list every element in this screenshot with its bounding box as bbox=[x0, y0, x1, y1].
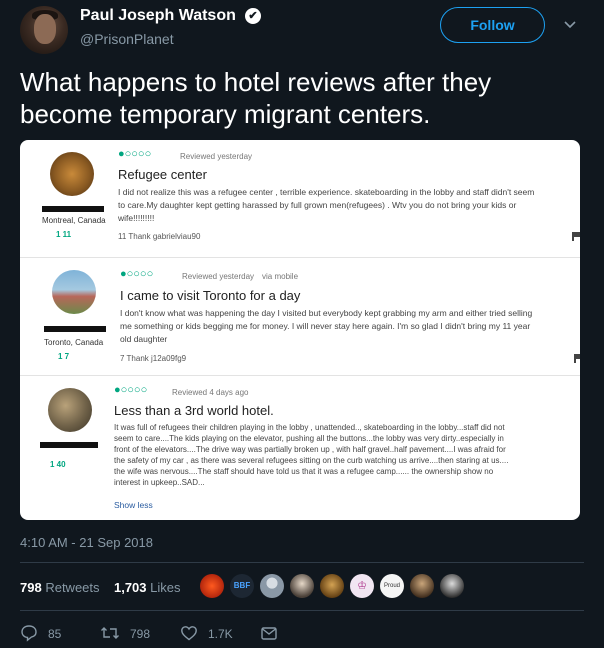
tweet-actions: 85 798 1.7K bbox=[20, 624, 320, 644]
reviewer-counts: 1 11 bbox=[56, 230, 72, 239]
review-body: It was full of refugees their children p… bbox=[114, 423, 509, 487]
review-card: 1 40 ●○○○○ Reviewed 4 days ago Less than… bbox=[20, 376, 580, 520]
verified-badge-icon: ✔ bbox=[245, 8, 261, 24]
redaction-bar bbox=[44, 326, 106, 332]
author-handle[interactable]: @PrisonPlanet bbox=[80, 31, 174, 47]
divider bbox=[20, 610, 584, 611]
thanks-link[interactable]: 11 Thank gabrielviau90 bbox=[118, 232, 200, 241]
reviewer-avatar bbox=[52, 270, 96, 314]
retweets-label[interactable]: Retweets bbox=[45, 580, 99, 595]
reply-icon bbox=[21, 625, 37, 642]
divider bbox=[20, 562, 584, 563]
review-card: Toronto, Canada 1 7 ●○○○○ Reviewed yeste… bbox=[20, 258, 580, 376]
redaction-bar bbox=[42, 206, 104, 212]
retweet-icon bbox=[101, 627, 119, 639]
via-mobile-label: via mobile bbox=[262, 272, 299, 281]
author-avatar[interactable] bbox=[20, 6, 68, 54]
follow-button[interactable]: Follow bbox=[440, 7, 545, 43]
flag-icon[interactable] bbox=[572, 232, 580, 241]
liker-avatar[interactable] bbox=[290, 574, 314, 598]
liker-avatar[interactable] bbox=[200, 574, 224, 598]
review-body: I don't know what was happening the day … bbox=[120, 308, 533, 344]
like-icon bbox=[181, 626, 197, 641]
liker-avatar[interactable] bbox=[320, 574, 344, 598]
rating-bubbles: ●○○○○ bbox=[118, 148, 152, 160]
like-count: 1.7K bbox=[208, 627, 233, 641]
liker-avatar[interactable]: ♔ bbox=[350, 574, 374, 598]
proud-badge-text: Proud bbox=[383, 583, 400, 589]
review-card: Montreal, Canada 1 11 ●○○○○ Reviewed yes… bbox=[20, 140, 580, 258]
bbf-badge-text: BBF bbox=[233, 581, 251, 590]
review-title: Refugee center bbox=[118, 167, 207, 182]
liker-avatar[interactable] bbox=[410, 574, 434, 598]
reviewer-location: Toronto, Canada bbox=[44, 338, 104, 347]
retweets-count[interactable]: 798 bbox=[20, 580, 42, 595]
review-body: I did not realize this was a refugee cen… bbox=[118, 187, 535, 223]
review-title: I came to visit Toronto for a day bbox=[120, 288, 301, 303]
liker-avatar[interactable]: BBF bbox=[230, 574, 254, 598]
review-date: Reviewed yesterday bbox=[182, 272, 255, 281]
reviewer-avatar bbox=[48, 388, 92, 432]
message-icon bbox=[261, 627, 277, 640]
review-date: Reviewed 4 days ago bbox=[172, 388, 249, 397]
liker-avatar[interactable] bbox=[440, 574, 464, 598]
review-title: Less than a 3rd world hotel. bbox=[114, 403, 274, 418]
retweet-count: 798 bbox=[130, 627, 151, 641]
tweet-header: Paul Joseph Watson ✔ @PrisonPlanet Follo… bbox=[0, 0, 604, 60]
reviewer-counts: 1 40 bbox=[50, 460, 66, 469]
tweet-text: What happens to hotel reviews after they… bbox=[20, 67, 492, 129]
tweet-timestamp[interactable]: 4:10 AM - 21 Sep 2018 bbox=[20, 535, 153, 550]
reviewer-avatar bbox=[50, 152, 94, 196]
likes-label[interactable]: Likes bbox=[150, 580, 180, 595]
liker-avatar[interactable] bbox=[260, 574, 284, 598]
show-less-link[interactable]: Show less bbox=[114, 500, 153, 510]
chevron-down-icon[interactable] bbox=[562, 16, 578, 32]
reviewer-counts: 1 7 bbox=[58, 352, 70, 361]
flag-icon[interactable] bbox=[574, 354, 580, 363]
rating-bubbles: ●○○○○ bbox=[114, 384, 148, 396]
thanks-link[interactable]: 7 Thank j12a09fg9 bbox=[120, 354, 186, 363]
reviewer-location: Montreal, Canada bbox=[42, 216, 106, 225]
reply-count: 85 bbox=[48, 627, 62, 641]
redaction-bar bbox=[40, 442, 98, 448]
likes-count[interactable]: 1,703 bbox=[114, 580, 147, 595]
engagement-stats: 798 Retweets 1,703 Likes bbox=[20, 580, 181, 595]
author-display-name[interactable]: Paul Joseph Watson bbox=[80, 7, 236, 25]
liker-avatar[interactable]: Proud bbox=[380, 574, 404, 598]
tweet-media-image[interactable]: Montreal, Canada 1 11 ●○○○○ Reviewed yes… bbox=[20, 140, 580, 520]
rating-bubbles: ●○○○○ bbox=[120, 268, 154, 280]
avatar-face bbox=[34, 14, 56, 44]
review-date: Reviewed yesterday bbox=[180, 152, 253, 161]
